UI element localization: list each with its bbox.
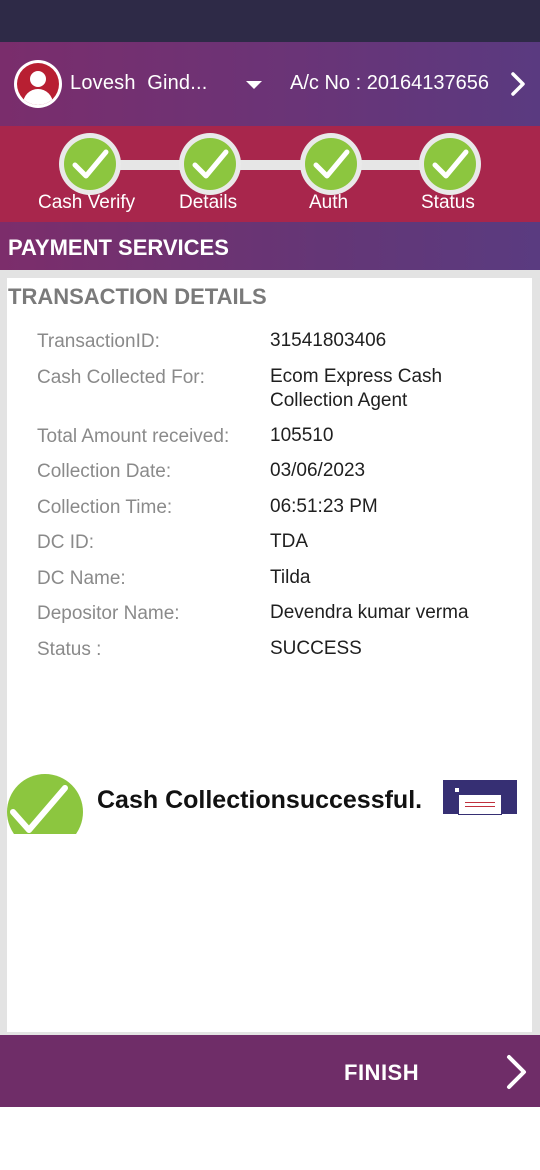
user-name[interactable]: Lovesh Gind... xyxy=(70,72,208,95)
step-details xyxy=(179,133,241,195)
step-status xyxy=(419,133,481,195)
label-collection-date: Collection Date: xyxy=(37,461,172,482)
progress-stepper: Cash Verify Details Auth Status xyxy=(0,126,540,222)
finish-label: FINISH xyxy=(344,1060,420,1085)
printer-icon[interactable] xyxy=(443,780,517,815)
success-message: Cash Collectionsuccessful. xyxy=(97,786,423,814)
value-dc-name: Tilda xyxy=(270,567,311,588)
value-depositor-name: Devendra kumar verma xyxy=(270,602,469,623)
step-cash-verify xyxy=(59,133,121,195)
status-bar xyxy=(0,0,540,42)
label-status: Status : xyxy=(37,639,102,660)
step-label: Details xyxy=(179,192,238,213)
step-label: Status xyxy=(421,192,475,213)
value-transaction-id: 31541803406 xyxy=(270,330,387,351)
transaction-card: TRANSACTION DETAILS TransactionID: 31541… xyxy=(7,278,532,1032)
label-cash-collected-for: Cash Collected For: xyxy=(37,367,205,388)
step-auth xyxy=(300,133,362,195)
chevron-down-icon[interactable] xyxy=(246,81,262,89)
label-depositor-name: Depositor Name: xyxy=(37,603,180,624)
value-collection-time: 06:51:23 PM xyxy=(270,496,378,517)
user-header: Lovesh Gind... A/c No : 20164137656 xyxy=(0,42,540,126)
account-number[interactable]: A/c No : 20164137656 xyxy=(290,72,489,95)
value-collection-date: 03/06/2023 xyxy=(270,460,366,481)
value-dc-id: TDA xyxy=(270,531,308,552)
label-transaction-id: TransactionID: xyxy=(37,331,160,352)
section-header: PAYMENT SERVICES xyxy=(0,222,540,270)
check-icon xyxy=(72,149,109,179)
user-icon xyxy=(17,63,59,105)
value-cash-collected-for: Ecom Express Cash Collection Agent xyxy=(270,366,443,411)
step-label: Auth xyxy=(309,192,349,213)
check-icon xyxy=(7,774,83,834)
check-icon xyxy=(192,149,229,179)
value-status: SUCCESS xyxy=(270,638,362,659)
chevron-right-icon[interactable] xyxy=(506,70,530,98)
value-total-amount: 105510 xyxy=(270,425,334,446)
label-dc-name: DC Name: xyxy=(37,568,126,589)
section-title: PAYMENT SERVICES xyxy=(8,235,229,260)
step-label: Cash Verify xyxy=(38,192,136,213)
check-icon xyxy=(432,149,469,179)
label-collection-time: Collection Time: xyxy=(37,497,173,518)
check-icon xyxy=(313,149,350,179)
stepper-track xyxy=(90,160,450,170)
card-title: TRANSACTION DETAILS xyxy=(8,284,267,309)
finish-button[interactable]: FINISH xyxy=(0,1035,540,1107)
label-dc-id: DC ID: xyxy=(37,532,94,553)
avatar[interactable] xyxy=(14,60,62,108)
label-total-amount: Total Amount received: xyxy=(37,426,230,447)
chevron-right-icon xyxy=(507,1055,526,1089)
